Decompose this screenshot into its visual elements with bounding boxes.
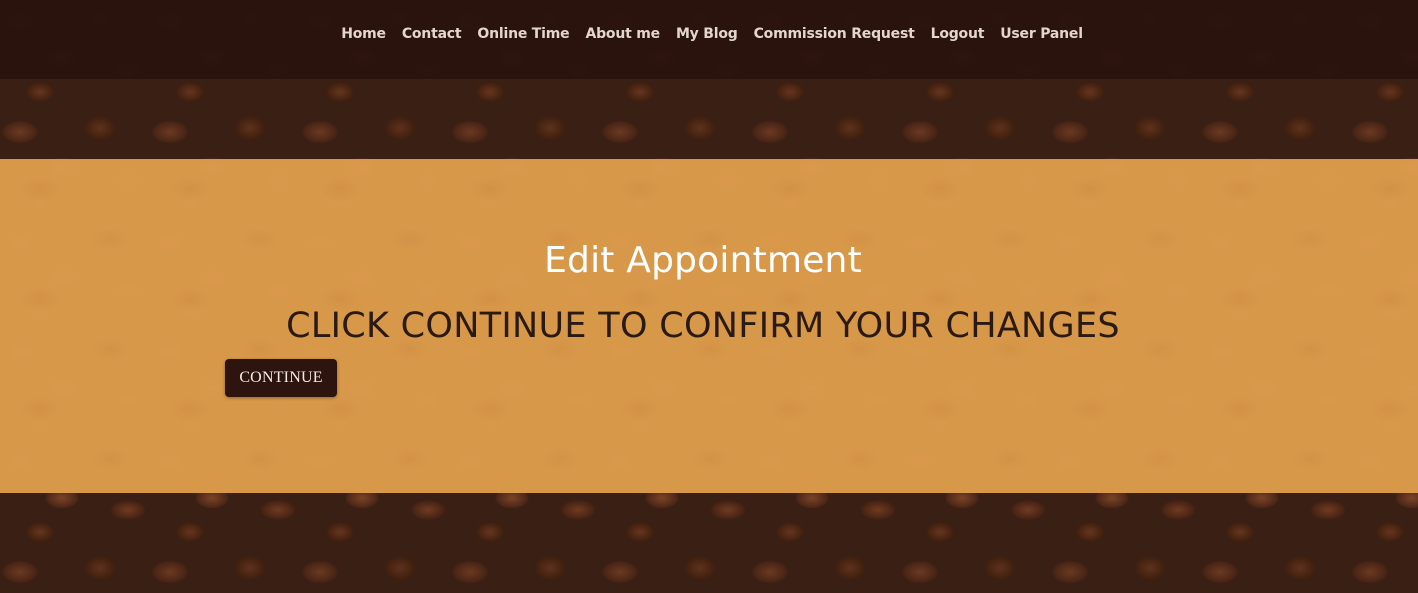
nav-item-user-panel[interactable]: User Panel	[1000, 26, 1083, 42]
nav-item-contact[interactable]: Contact	[402, 26, 462, 42]
nav-item-home[interactable]: Home	[341, 26, 386, 42]
nav-item-about-me[interactable]: About me	[585, 26, 660, 42]
top-navbar: Home Contact Online Time About me My Blo…	[0, 0, 1418, 79]
continue-button[interactable]: CONTINUE	[225, 359, 337, 397]
confirm-message: CLICK CONTINUE TO CONFIRM YOUR CHANGES	[286, 306, 1120, 346]
nav-item-logout[interactable]: Logout	[931, 26, 985, 42]
nav-item-commission-request[interactable]: Commission Request	[754, 26, 915, 42]
nav-item-my-blog[interactable]: My Blog	[676, 26, 738, 42]
main-nav: Home Contact Online Time About me My Blo…	[0, 26, 1418, 42]
nav-item-online-time[interactable]: Online Time	[477, 26, 569, 42]
page-title: Edit Appointment	[544, 240, 862, 281]
